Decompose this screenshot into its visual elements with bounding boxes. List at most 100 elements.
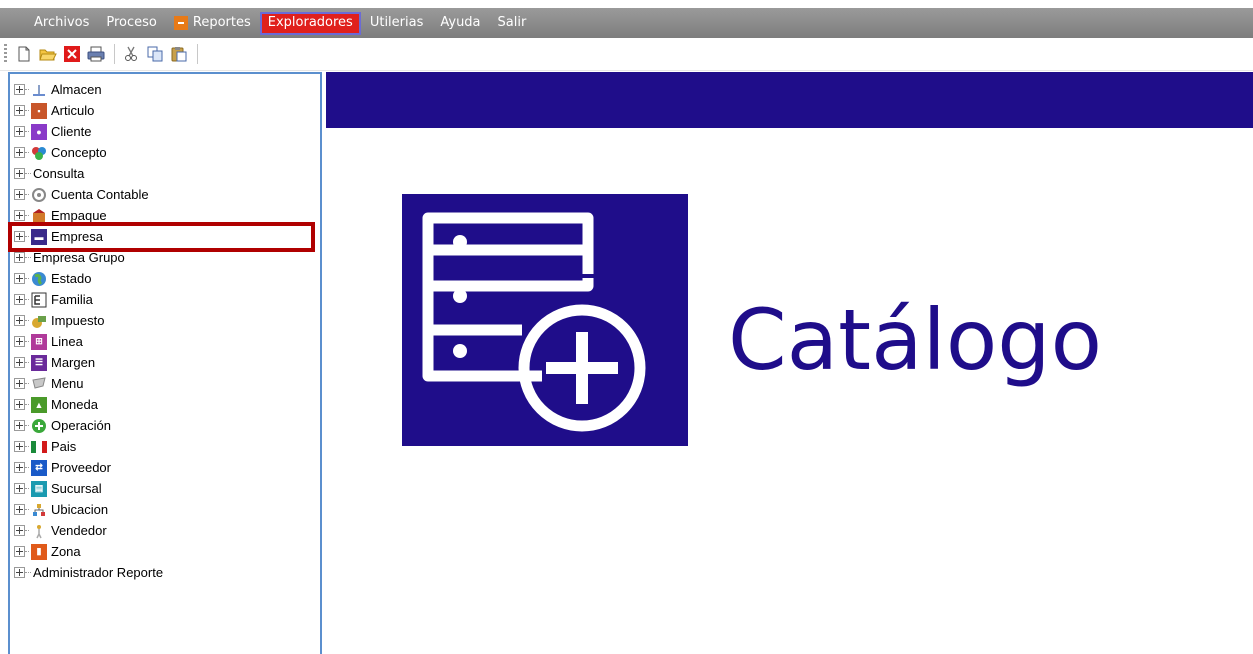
tree-item-empaque[interactable]: Empaque [10, 205, 107, 226]
margin-icon: ☰ [31, 354, 47, 371]
tree-item-label: Margen [51, 355, 96, 370]
expand-icon[interactable] [14, 483, 25, 494]
line-icon: ⊞ [31, 333, 47, 350]
menu-proceso[interactable]: Proceso [98, 12, 165, 35]
tree-item-label: Concepto [51, 145, 107, 160]
tree-item-moneda[interactable]: ▲ Moneda [10, 394, 98, 415]
tree-item-sucursal[interactable]: ▤ Sucursal [10, 478, 102, 499]
tree-item-empresa[interactable]: ▬ Empresa [10, 226, 103, 247]
catalog-add-icon [402, 194, 688, 446]
expand-icon[interactable] [14, 294, 25, 305]
tree-item-articulo[interactable]: ▪ Articulo [10, 100, 94, 121]
tree-item-menu[interactable]: Menu [10, 373, 84, 394]
toolbar-grip[interactable] [4, 44, 7, 64]
tree-item-consulta[interactable]: Consulta [10, 163, 84, 184]
toolbar-separator [197, 44, 198, 64]
expand-icon[interactable] [14, 189, 25, 200]
tree-item-label: Ubicacion [51, 502, 109, 517]
menu-bar: Archivos Proceso Reportes Exploradores U… [0, 8, 1253, 38]
expand-icon[interactable] [14, 546, 25, 557]
expand-icon[interactable] [14, 462, 25, 473]
tree-item-label: Empresa [51, 229, 104, 244]
menu-archivos[interactable]: Archivos [26, 12, 97, 35]
expand-icon[interactable] [14, 252, 25, 263]
tree-item-label: Articulo [51, 103, 95, 118]
delete-icon[interactable] [61, 43, 83, 65]
expand-icon[interactable] [14, 420, 25, 431]
tree-item-almacen[interactable]: Almacen [10, 79, 102, 100]
package-icon [31, 208, 47, 224]
menu-exploradores[interactable]: Exploradores [259, 11, 361, 35]
tree-item-pais[interactable]: Pais [10, 436, 76, 457]
expand-icon[interactable] [14, 210, 25, 221]
seller-icon [31, 523, 47, 539]
paste-icon[interactable] [168, 43, 190, 65]
tree-item-label: Estado [51, 271, 92, 286]
tree-item-cuenta-contable[interactable]: Cuenta Contable [10, 184, 149, 205]
tree-item-cliente[interactable]: ● Cliente [10, 121, 91, 142]
toolbar-separator [114, 44, 115, 64]
tree-item-ubicacion[interactable]: Ubicacion [10, 499, 108, 520]
expand-icon[interactable] [14, 567, 25, 578]
menu-icon [31, 376, 47, 392]
reports-icon [173, 15, 188, 30]
tax-icon [31, 313, 47, 329]
tree-item-label: Operación [51, 418, 111, 433]
page-title: Catálogo [728, 291, 1102, 389]
new-icon[interactable] [13, 43, 35, 65]
expand-icon[interactable] [14, 231, 25, 242]
tree-item-linea[interactable]: ⊞ Linea [10, 331, 83, 352]
expand-icon[interactable] [14, 315, 25, 326]
tree-item-label: Linea [51, 334, 83, 349]
warehouse-icon [31, 82, 47, 98]
tree-item-margen[interactable]: ☰ Margen [10, 352, 95, 373]
account-icon [31, 187, 47, 203]
tree-item-familia[interactable]: Familia [10, 289, 93, 310]
tree-item-zona[interactable]: ▮ Zona [10, 541, 81, 562]
expand-icon[interactable] [14, 525, 25, 536]
expand-icon[interactable] [14, 399, 25, 410]
open-folder-icon[interactable] [37, 43, 59, 65]
tree-item-label: Consulta [33, 166, 85, 181]
expand-icon[interactable] [14, 504, 25, 515]
expand-icon[interactable] [14, 441, 25, 452]
menu-salir[interactable]: Salir [490, 12, 535, 35]
tree-item-label: Zona [51, 544, 81, 559]
tree-item-concepto[interactable]: Concepto [10, 142, 107, 163]
tree-item-label: Familia [51, 292, 93, 307]
tree-item-estado[interactable]: Estado [10, 268, 91, 289]
explorer-tree[interactable]: Almacen ▪ Articulo ● Cliente Concepto Co… [8, 72, 322, 654]
expand-icon[interactable] [14, 336, 25, 347]
expand-icon[interactable] [14, 378, 25, 389]
expand-icon[interactable] [14, 357, 25, 368]
tree-item-label: Cliente [51, 124, 92, 139]
tree-item-label: Empaque [51, 208, 107, 223]
tree-item-administrador-reporte[interactable]: Administrador Reporte [10, 562, 163, 583]
expand-icon[interactable] [14, 84, 25, 95]
country-flag-icon [31, 439, 47, 455]
menu-utilerias[interactable]: Utilerias [362, 12, 432, 35]
expand-icon[interactable] [14, 105, 25, 116]
tree-item-label: Empresa Grupo [33, 250, 125, 265]
tree-item-impuesto[interactable]: Impuesto [10, 310, 104, 331]
tree-item-empresa-grupo[interactable]: Empresa Grupo [10, 247, 125, 268]
cut-icon[interactable] [120, 43, 142, 65]
menu-ayuda[interactable]: Ayuda [432, 12, 488, 35]
currency-icon: ▲ [31, 396, 47, 413]
state-globe-icon [31, 271, 47, 287]
tree-item-label: Proveedor [51, 460, 111, 475]
expand-icon[interactable] [14, 273, 25, 284]
print-icon[interactable] [85, 43, 107, 65]
tree-item-proveedor[interactable]: ⇄ Proveedor [10, 457, 111, 478]
copy-icon[interactable] [144, 43, 166, 65]
tree-item-operacion[interactable]: Operación [10, 415, 111, 436]
tree-item-vendedor[interactable]: Vendedor [10, 520, 107, 541]
menu-reportes[interactable]: Reportes [166, 12, 259, 35]
operation-icon [31, 418, 47, 434]
expand-icon[interactable] [14, 147, 25, 158]
tree-item-label: Almacen [51, 82, 102, 97]
expand-icon[interactable] [14, 168, 25, 179]
expand-icon[interactable] [14, 126, 25, 137]
branch-icon: ▤ [31, 480, 47, 497]
tree-item-label: Menu [51, 376, 84, 391]
